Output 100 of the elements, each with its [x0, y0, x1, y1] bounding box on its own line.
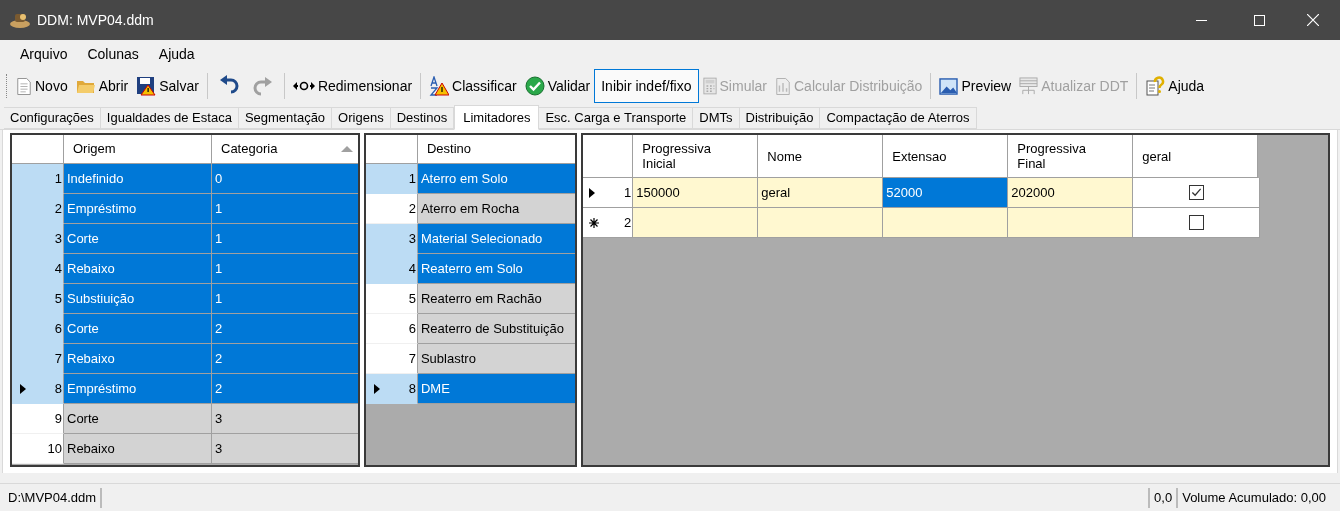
table-cell: 0 — [212, 164, 358, 194]
tab[interactable]: Configurações — [4, 107, 101, 129]
tab[interactable]: Limitadores — [454, 105, 540, 130]
row-header[interactable]: 1 — [583, 178, 634, 208]
table-network-icon — [1019, 76, 1039, 96]
table-cell: 1 — [212, 194, 358, 224]
table-cell: Corte — [64, 314, 212, 344]
calculator-icon — [702, 77, 717, 95]
tab[interactable]: Distribuição — [739, 107, 821, 129]
row-number: 9 — [54, 409, 62, 428]
table-cell: Substiuição — [64, 284, 212, 314]
row-number: 1 — [54, 169, 62, 188]
row-header[interactable]: 6 — [365, 314, 418, 344]
tab[interactable]: DMTs — [693, 107, 740, 129]
row-header[interactable]: 2 — [12, 194, 64, 224]
tab[interactable]: Esc. Carga e Transporte — [539, 107, 694, 129]
inhibit-toggle[interactable]: Inibir indef/fixo — [594, 69, 699, 103]
column-header[interactable]: Origem — [64, 135, 212, 164]
landscape-picture-icon — [939, 77, 959, 95]
new-row-icon — [589, 217, 600, 228]
column-header[interactable]: Extensao — [883, 135, 1009, 178]
row-number: 7 — [408, 349, 416, 368]
column-header[interactable]: Nome — [758, 135, 884, 178]
row-number: 5 — [408, 289, 416, 308]
row-header[interactable]: 1 — [12, 164, 64, 194]
table-cell: 2 — [212, 374, 358, 404]
row-number: 1 — [624, 183, 632, 202]
row-number: 3 — [54, 229, 62, 248]
row-header[interactable]: 6 — [12, 314, 64, 344]
column-header[interactable]: Progressiva Final — [1008, 135, 1134, 178]
row-header[interactable]: 5 — [365, 284, 418, 314]
row-number: 4 — [54, 259, 62, 278]
row-header[interactable]: 5 — [12, 284, 64, 314]
row-header[interactable]: 1 — [365, 164, 418, 194]
tab[interactable]: Destinos — [390, 107, 455, 129]
tab[interactable]: Origens — [332, 107, 391, 129]
sort-button[interactable]: Classificar — [425, 71, 521, 101]
table-cell: Reaterro em Rachão — [417, 284, 576, 314]
row-number: 2 — [408, 199, 416, 218]
row-header[interactable]: 4 — [12, 254, 64, 284]
status-file: D:\MVP04.ddm — [0, 487, 103, 508]
curved-arrow-icon — [251, 75, 274, 97]
checkbox[interactable] — [1188, 215, 1204, 230]
row-header[interactable]: 4 — [365, 254, 418, 284]
checkbox[interactable] — [1188, 185, 1204, 200]
column-header[interactable]: Destino — [417, 135, 576, 164]
row-number: 4 — [408, 259, 416, 278]
new-button[interactable]: Novo — [12, 71, 72, 101]
table-cell: Rebaixo — [64, 254, 212, 284]
current-row-icon — [373, 383, 380, 394]
open-button[interactable]: Abrir — [71, 71, 133, 101]
column-header[interactable]: Categoria — [212, 135, 358, 164]
table-cell: 52000 — [883, 178, 1009, 208]
help-button[interactable]: Ajuda — [1141, 71, 1209, 101]
row-header[interactable]: 2 — [365, 194, 418, 224]
minimize-icon — [1195, 19, 1207, 21]
table-cell: Sublastro — [417, 344, 576, 374]
row-header[interactable]: 2 — [583, 208, 634, 238]
tab[interactable]: Compactação de Aterros — [820, 107, 977, 129]
table-cell: 150000 — [633, 178, 759, 208]
check-circle-icon — [524, 76, 545, 96]
save-button[interactable]: Salvar — [132, 71, 203, 101]
folder-icon — [75, 78, 96, 94]
floppy-warning-icon — [136, 76, 157, 96]
status-volume: Volume Acumulado: 0,00 — [1181, 488, 1327, 507]
row-header[interactable]: 8 — [12, 374, 64, 404]
row-header[interactable]: 7 — [365, 344, 418, 374]
table-cell: 2 — [212, 314, 358, 344]
window-title: DDM: MVP04.ddm — [37, 10, 154, 30]
table-cell: Indefinido — [64, 164, 212, 194]
tab[interactable]: Igualdades de Estaca — [100, 107, 239, 129]
menu-item[interactable]: Arquivo — [10, 42, 78, 66]
table-cell: geral — [758, 178, 884, 208]
table-cell: Corte — [64, 224, 212, 254]
table-cell: Aterro em Rocha — [417, 194, 576, 224]
table-cell: 1 — [212, 284, 358, 314]
row-header[interactable]: 8 — [365, 374, 418, 404]
table-cell: 3 — [212, 434, 358, 464]
row-number: 2 — [54, 199, 62, 218]
sort-warning-icon — [429, 76, 450, 96]
menu-item[interactable]: Colunas — [77, 42, 149, 66]
row-number: 3 — [408, 229, 416, 248]
row-header[interactable]: 10 — [12, 434, 64, 464]
validate-button[interactable]: Validar — [520, 71, 595, 101]
menu-item[interactable]: Ajuda — [148, 42, 205, 66]
row-header[interactable]: 7 — [12, 344, 64, 374]
preview-button[interactable]: Preview — [935, 71, 1016, 101]
row-number: 5 — [54, 289, 62, 308]
row-number: 8 — [54, 379, 62, 398]
row-number: 6 — [408, 319, 416, 338]
resize-button[interactable]: Redimensionar — [288, 71, 417, 101]
row-header[interactable]: 3 — [365, 224, 418, 254]
row-header[interactable]: 9 — [12, 404, 64, 434]
table-cell: 1 — [212, 254, 358, 284]
current-row-icon — [20, 383, 26, 394]
tab[interactable]: Segmentação — [238, 107, 333, 129]
column-header[interactable]: geral — [1133, 135, 1259, 178]
column-header[interactable]: Progressiva Inicial — [633, 135, 759, 178]
table-cell: 202000 — [1008, 178, 1134, 208]
row-header[interactable]: 3 — [12, 224, 64, 254]
